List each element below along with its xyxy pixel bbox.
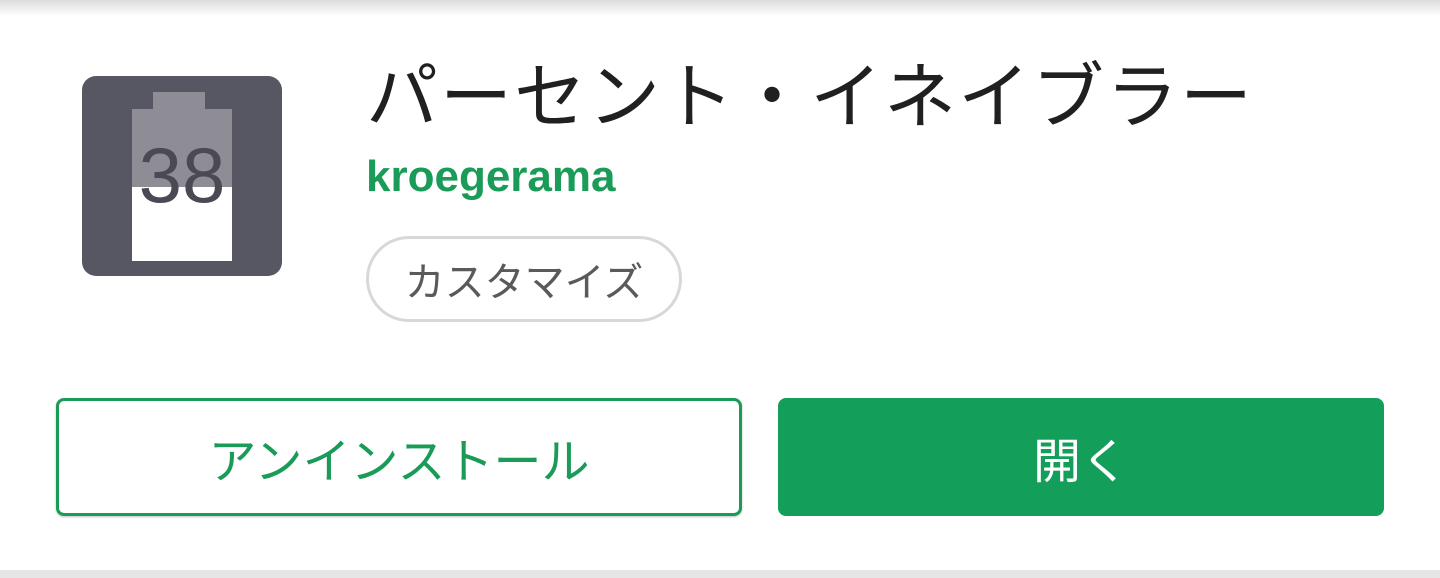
app-title: パーセント・イネイブラー: [366, 55, 1255, 139]
developer-link[interactable]: kroegerama: [366, 150, 615, 204]
battery-percentage-icon: 38: [82, 76, 282, 276]
header-shadow: [0, 0, 1440, 16]
section-divider: [0, 570, 1440, 578]
battery-percentage-text: 38: [139, 131, 226, 219]
open-button[interactable]: 開く: [778, 398, 1384, 516]
app-icon: 38: [82, 76, 282, 276]
uninstall-button[interactable]: アンインストール: [56, 398, 742, 516]
category-chip[interactable]: カスタマイズ: [366, 236, 682, 322]
battery-terminal: [153, 92, 205, 110]
